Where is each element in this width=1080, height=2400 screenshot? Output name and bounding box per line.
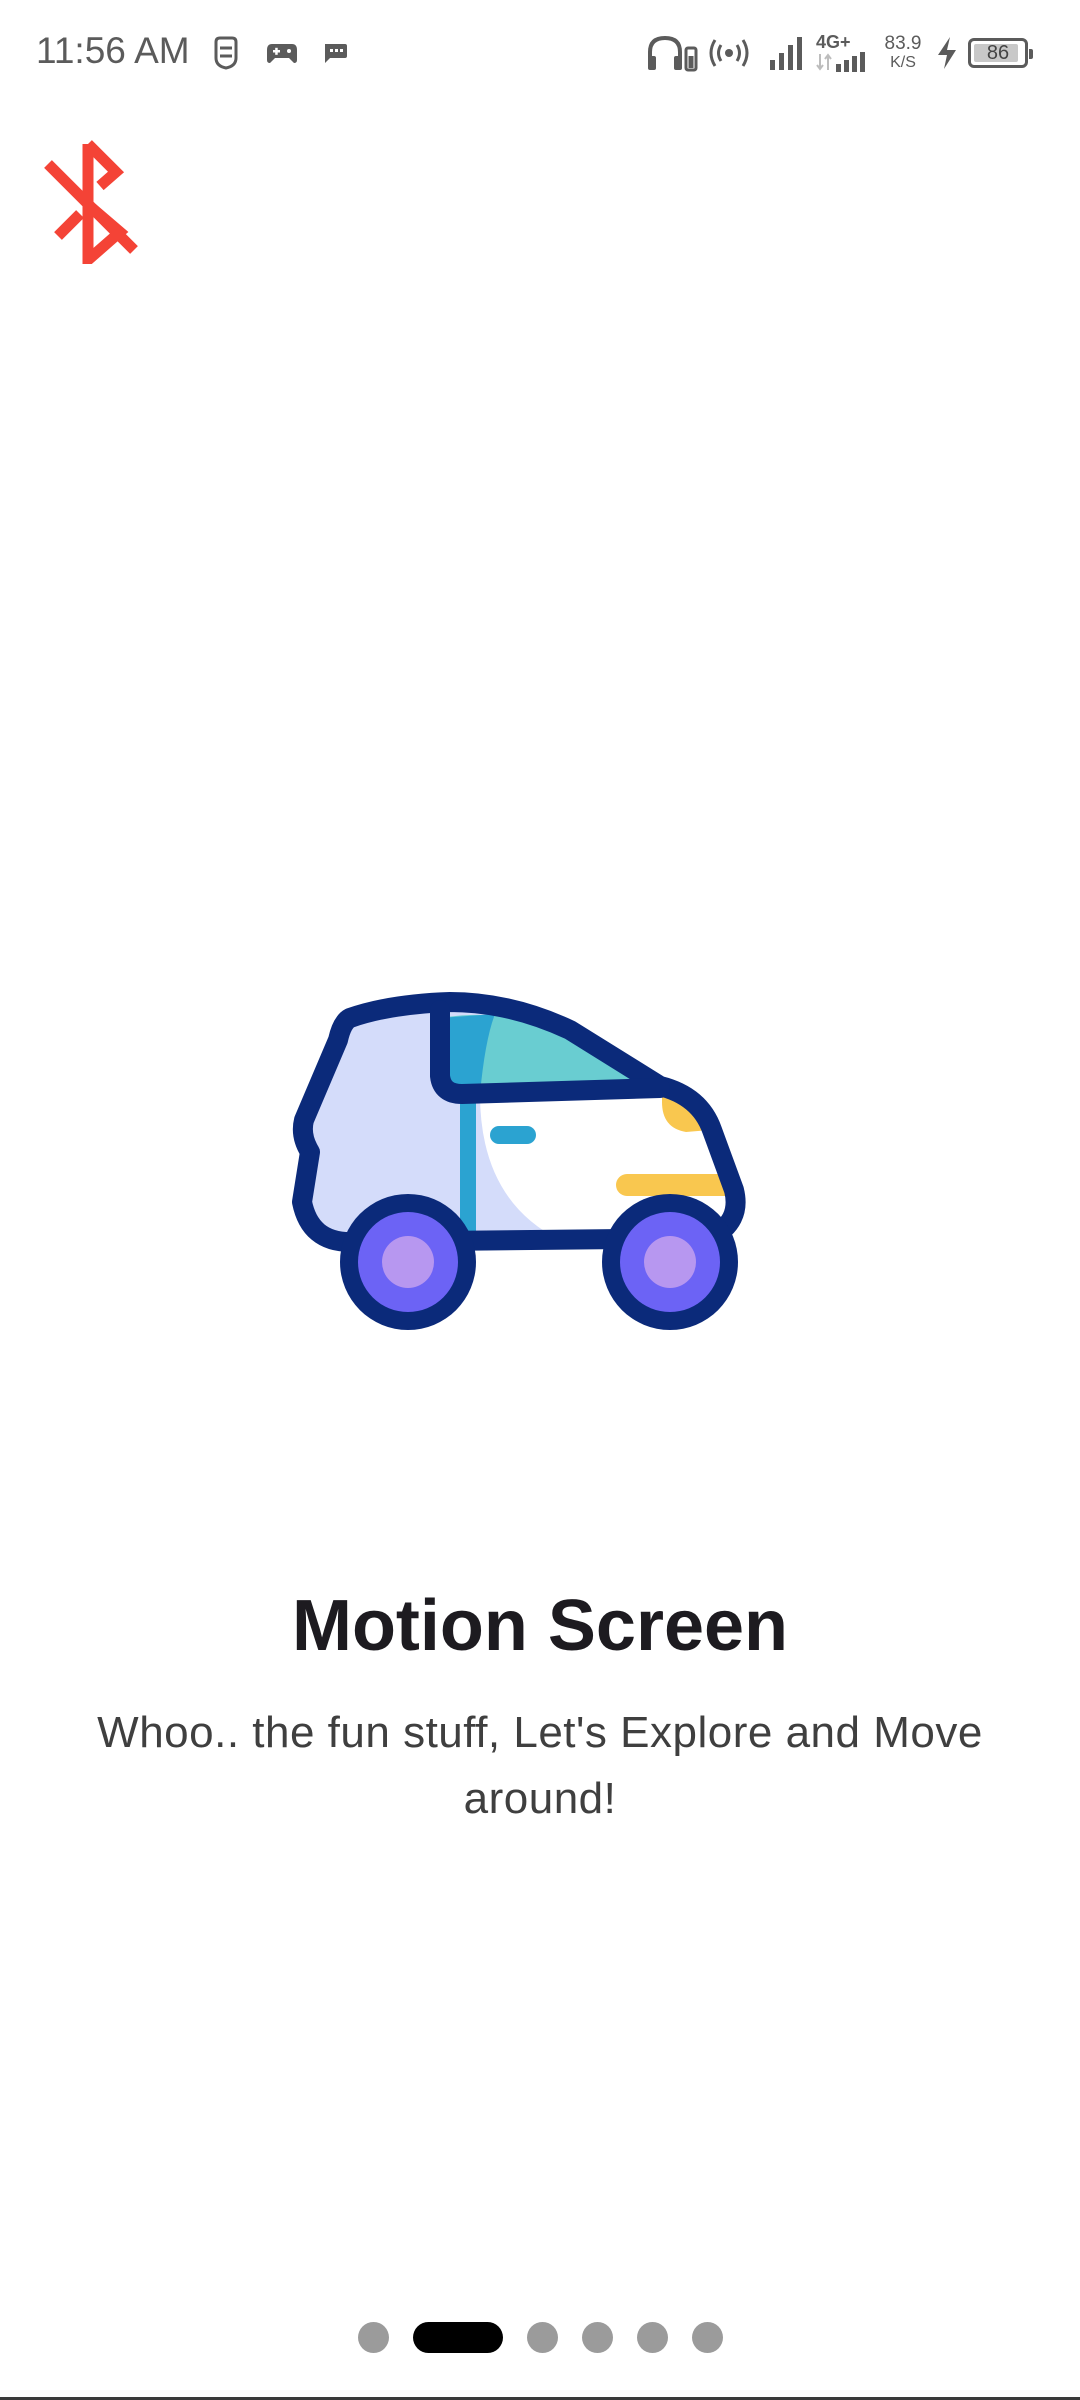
status-bar: 11:56 AM 4G+ 83.9 K/S 86 (0, 0, 1080, 108)
status-time: 11:56 AM (36, 30, 190, 71)
page-indicator-dot-1[interactable] (357, 2321, 389, 2353)
onboarding-screen: 11:56 AM 4G+ 83.9 K/S 86 Motion Screen W… (0, 0, 1080, 2400)
bluetooth-toggle-button[interactable] (40, 140, 144, 273)
network-speed-value: 83.9 (884, 33, 922, 54)
car-icon (292, 992, 746, 1330)
bluetooth-disabled-icon (44, 140, 138, 273)
hotspot-icon (709, 39, 749, 67)
page-indicator-dot-2-active[interactable] (412, 2321, 503, 2353)
signal-icon (770, 37, 802, 70)
page-title: Motion Screen (291, 1586, 789, 1666)
page-indicator-dot-6[interactable] (691, 2321, 723, 2353)
page-indicator (0, 2320, 1080, 2354)
signal-4g-icon: 4G+ (816, 32, 872, 72)
page-subtitle: Whoo.. the fun stuff, Let's Explore and … (97, 1708, 983, 1823)
notification-icon (214, 36, 238, 70)
headphones-icon (648, 35, 698, 72)
page-indicator-dot-3[interactable] (526, 2321, 558, 2353)
network-speed-unit: K/S (890, 54, 916, 71)
message-icon (325, 44, 347, 63)
battery-level: 86 (986, 42, 1010, 64)
network-type-label: 4G+ (816, 32, 851, 52)
page-indicator-dot-4[interactable] (581, 2321, 613, 2353)
battery-icon: 86 (968, 38, 1033, 68)
charging-icon (938, 37, 956, 69)
gamepad-icon (267, 44, 297, 63)
page-indicator-dot-5[interactable] (636, 2321, 668, 2353)
network-speed: 83.9 K/S (880, 34, 926, 71)
